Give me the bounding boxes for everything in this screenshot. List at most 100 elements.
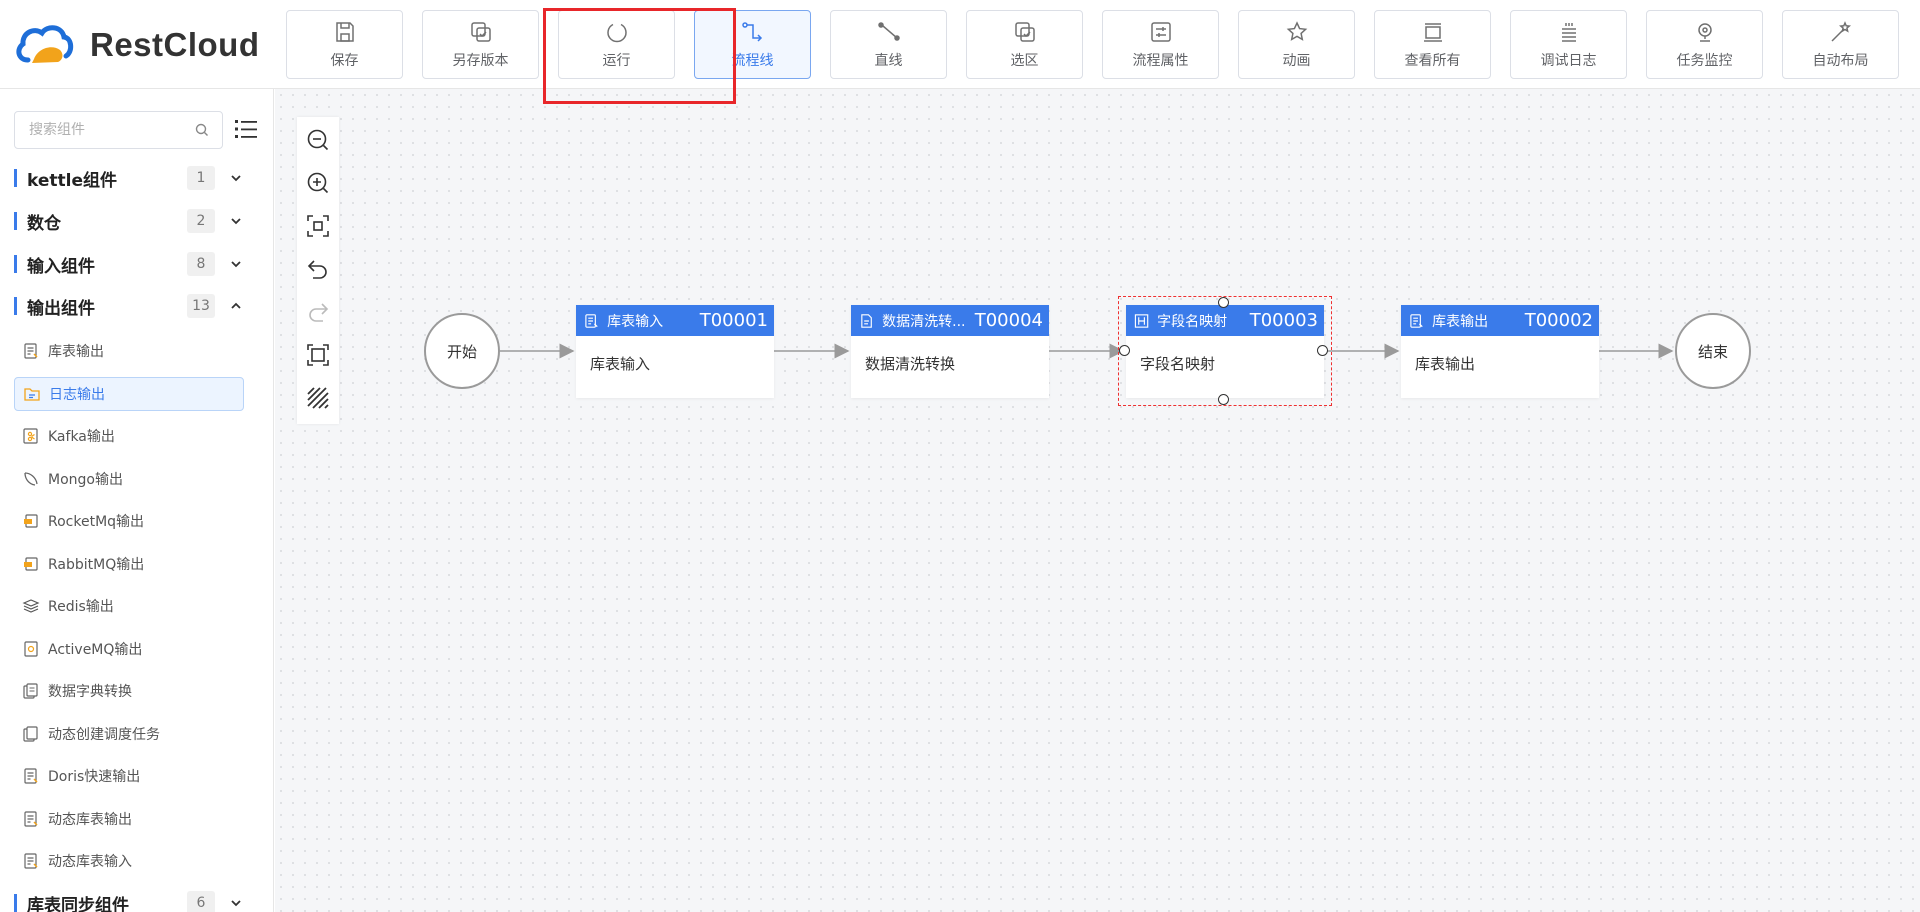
search-icon[interactable] <box>194 122 210 138</box>
category-output[interactable]: 输出组件 13 <box>14 291 254 321</box>
category-name: 输出组件 <box>27 298 95 319</box>
save-icon <box>332 19 358 45</box>
list-view-icon[interactable] <box>234 117 258 141</box>
category-input[interactable]: 输入组件 8 <box>14 249 254 279</box>
sidebar-item-label: 动态创建调度任务 <box>48 727 160 743</box>
straight-line-label: 直线 <box>874 53 903 69</box>
chevron-down-icon[interactable] <box>229 896 243 910</box>
flow-canvas[interactable]: 开始 库表输入 T00001 库表输入 数据清洗转... T00004 数据清洗… <box>275 89 1920 912</box>
task-body: 字段名映射 <box>1140 355 1216 373</box>
sidebar-item-log-output[interactable]: 日志输出 <box>14 377 244 411</box>
sidebar-item-dynamic-schedule[interactable]: 动态创建调度任务 <box>14 717 244 751</box>
anchor-top[interactable] <box>1218 297 1229 308</box>
debug-log-button[interactable]: 调试日志 <box>1510 10 1627 79</box>
task-id: T00002 <box>1524 310 1593 331</box>
flow-line-icon <box>740 19 766 45</box>
sidebar-item-rabbitmq-output[interactable]: RabbitMQ输出 <box>14 547 244 581</box>
redo-icon[interactable] <box>305 299 331 325</box>
straight-line-button[interactable]: 直线 <box>830 10 947 79</box>
dictionary-icon <box>22 682 40 700</box>
animation-button[interactable]: 动画 <box>1238 10 1355 79</box>
sidebar-item-dynamic-table-output[interactable]: 动态库表输出 <box>14 802 244 836</box>
task-node-t00002[interactable]: 库表输出 T00002 库表输出 <box>1401 305 1599 398</box>
sidebar-item-table-output[interactable]: 库表输出 <box>14 334 244 368</box>
sidebar-item-label: RocketMq输出 <box>48 514 145 530</box>
sidebar-item-dictionary-convert[interactable]: 数据字典转换 <box>14 674 244 708</box>
chevron-down-icon[interactable] <box>229 257 243 271</box>
sidebar-item-label: Redis输出 <box>48 599 114 615</box>
category-name: kettle组件 <box>27 170 117 191</box>
chevron-up-icon[interactable] <box>229 299 243 313</box>
end-node[interactable]: 结束 <box>1675 313 1751 389</box>
task-header: 字段名映射 T00003 <box>1126 305 1324 336</box>
task-id: T00004 <box>974 310 1043 331</box>
grid-toggle-icon[interactable] <box>305 385 331 411</box>
category-count: 13 <box>187 294 215 318</box>
category-warehouse[interactable]: 数仓 2 <box>14 206 254 236</box>
category-marker <box>14 255 17 273</box>
save-label: 保存 <box>330 53 359 69</box>
save-version-button[interactable]: 另存版本 <box>422 10 539 79</box>
zoom-in-icon[interactable] <box>305 170 331 196</box>
zoom-out-icon[interactable] <box>305 127 331 153</box>
undo-icon[interactable] <box>305 256 331 282</box>
field-map-icon <box>1134 313 1149 328</box>
anchor-left[interactable] <box>1119 345 1130 356</box>
straight-line-icon <box>876 19 902 45</box>
animation-label: 动画 <box>1282 53 1311 69</box>
view-all-button[interactable]: 查看所有 <box>1374 10 1491 79</box>
schedule-icon <box>22 725 40 743</box>
category-name: 库表同步组件 <box>27 895 129 912</box>
sidebar-item-activemq-output[interactable]: ActiveMQ输出 <box>14 632 244 666</box>
task-node-t00004[interactable]: 数据清洗转... T00004 数据清洗转换 <box>851 305 1049 398</box>
task-node-t00001[interactable]: 库表输入 T00001 库表输入 <box>576 305 774 398</box>
category-table-sync[interactable]: 库表同步组件 6 <box>14 888 254 912</box>
task-node-t00003[interactable]: 字段名映射 T00003 字段名映射 <box>1126 305 1324 398</box>
task-body: 数据清洗转换 <box>865 355 956 373</box>
rabbitmq-icon <box>22 555 40 573</box>
category-name: 输入组件 <box>27 256 95 277</box>
start-node[interactable]: 开始 <box>424 313 500 389</box>
auto-layout-button[interactable]: 自动布局 <box>1782 10 1899 79</box>
task-header: 库表输出 T00002 <box>1401 305 1599 336</box>
view-all-label: 查看所有 <box>1404 53 1461 69</box>
sidebar-item-rocketmq-output[interactable]: RocketMq输出 <box>14 504 244 538</box>
category-name: 数仓 <box>27 213 61 234</box>
category-count: 2 <box>187 209 215 233</box>
table-output-icon <box>1410 313 1423 328</box>
select-area-button[interactable]: 选区 <box>966 10 1083 79</box>
app-name: RestCloud <box>90 26 260 63</box>
sidebar-item-redis-output[interactable]: Redis输出 <box>14 589 244 623</box>
sidebar-item-dynamic-table-input[interactable]: 动态库表输入 <box>14 844 244 878</box>
sidebar-item-label: 库表输出 <box>48 344 104 360</box>
sidebar: kettle组件 1 数仓 2 输入组件 8 输出组件 13 库表输出 日志输出… <box>0 89 274 912</box>
activemq-icon <box>22 640 40 658</box>
copy-check-icon <box>468 19 494 45</box>
search-input[interactable] <box>15 112 222 148</box>
sidebar-item-kafka-output[interactable]: Kafka输出 <box>14 419 244 453</box>
sidebar-item-label: 数据字典转换 <box>48 684 132 700</box>
category-kettle[interactable]: kettle组件 1 <box>14 163 254 193</box>
task-monitor-label: 任务监控 <box>1676 53 1733 69</box>
task-monitor-button[interactable]: 任务监控 <box>1646 10 1763 79</box>
search-box <box>14 111 223 149</box>
sidebar-item-label: 日志输出 <box>49 387 105 403</box>
actual-size-icon[interactable] <box>305 342 331 368</box>
star-icon <box>1284 19 1310 45</box>
select-area-icon <box>1012 19 1038 45</box>
chevron-down-icon[interactable] <box>229 214 243 228</box>
anchor-right[interactable] <box>1317 345 1328 356</box>
flow-props-button[interactable]: 流程属性 <box>1102 10 1219 79</box>
save-button[interactable]: 保存 <box>286 10 403 79</box>
dynamic-table-output-icon <box>22 810 40 828</box>
sidebar-item-mongo-output[interactable]: Mongo输出 <box>14 462 244 496</box>
chevron-down-icon[interactable] <box>229 171 243 185</box>
run-button[interactable]: 运行 <box>558 10 675 79</box>
doris-icon <box>22 767 40 785</box>
anchor-bottom[interactable] <box>1218 394 1229 405</box>
sidebar-item-doris-output[interactable]: Doris快速输出 <box>14 759 244 793</box>
fit-view-icon[interactable] <box>305 213 331 239</box>
run-circle-icon <box>604 19 630 45</box>
flow-line-button[interactable]: 流程线 <box>694 10 811 79</box>
category-marker <box>14 297 17 315</box>
